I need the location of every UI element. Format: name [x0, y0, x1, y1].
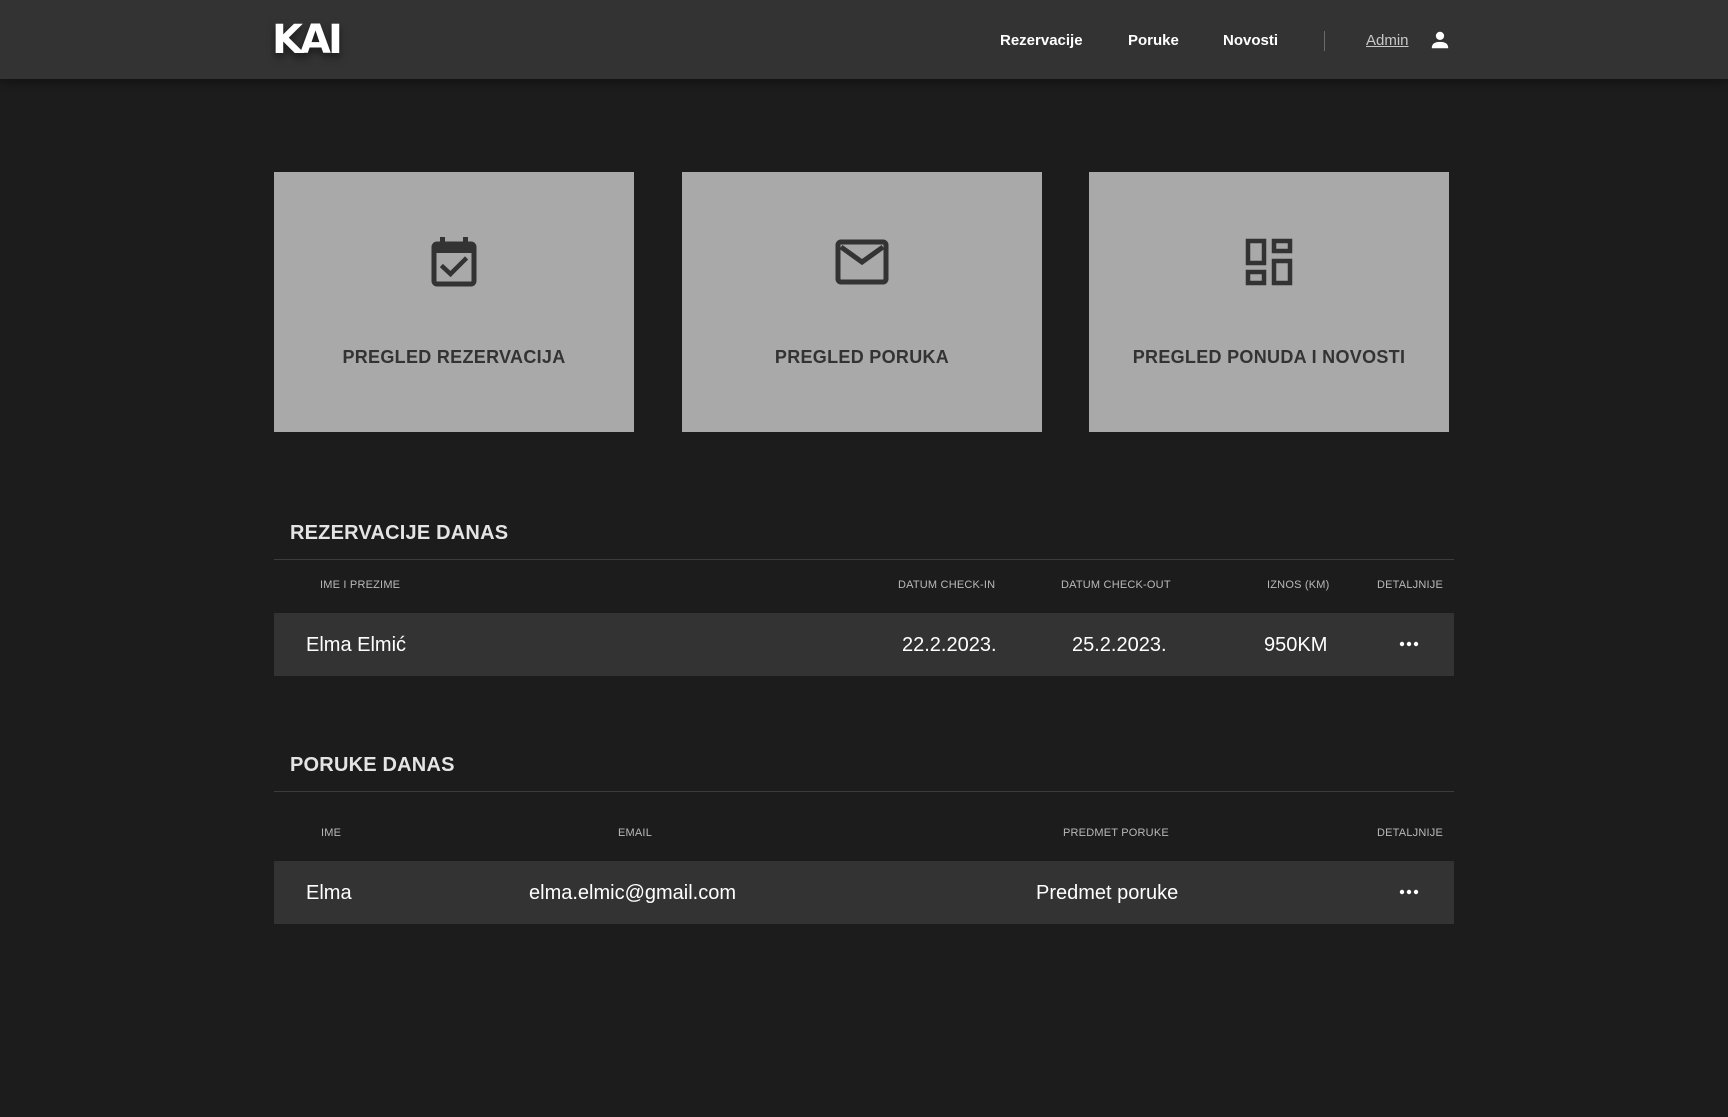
- column-header-details: DETALJNIJE: [1377, 827, 1443, 839]
- column-header-amount: IZNOS (KM): [1267, 579, 1330, 591]
- card-messages-overview[interactable]: PREGLED PORUKA: [682, 172, 1042, 432]
- reservation-amount: 950KM: [1264, 634, 1328, 656]
- message-email: elma.elmic@gmail.com: [529, 882, 737, 904]
- card-label: PREGLED PONUDA I NOVOSTI: [1132, 347, 1406, 367]
- column-header-check-in: DATUM CHECK-IN: [898, 579, 996, 591]
- column-header-details: DETALJNIJE: [1377, 579, 1443, 591]
- section-divider: [274, 791, 1454, 792]
- reservation-check-out: 25.2.2023.: [1072, 634, 1167, 656]
- reservations-today-title: REZERVACIJE DANAS: [290, 522, 509, 544]
- message-subject: Predmet poruke: [1036, 882, 1179, 904]
- person-icon[interactable]: [1429, 29, 1451, 51]
- more-options-icon[interactable]: [1394, 880, 1424, 904]
- column-header-check-out: DATUM CHECK-OUT: [1061, 579, 1171, 591]
- top-navbar: KAI Rezervacije Poruke Novosti Admin: [0, 0, 1728, 79]
- nav-link-news[interactable]: Novosti: [1223, 32, 1278, 50]
- nav-link-messages[interactable]: Poruke: [1128, 32, 1179, 50]
- message-row[interactable]: Elma elma.elmic@gmail.com Predmet poruke: [274, 861, 1454, 924]
- more-options-icon[interactable]: [1394, 632, 1424, 656]
- message-sender-name: Elma: [306, 882, 352, 904]
- dashboard-icon: [1245, 238, 1293, 286]
- reservation-name: Elma Elmić: [306, 634, 407, 656]
- column-header-email: EMAIL: [618, 827, 653, 839]
- section-divider: [274, 559, 1454, 560]
- reservation-check-in: 22.2.2023.: [902, 634, 997, 656]
- mail-icon: [835, 239, 889, 285]
- admin-link[interactable]: Admin: [1366, 32, 1409, 50]
- card-reservations-overview[interactable]: PREGLED REZERVACIJA: [274, 172, 634, 432]
- column-header-subject: PREDMET PORUKE: [1063, 827, 1169, 839]
- column-header-name: IME I PREZIME: [320, 579, 401, 591]
- calendar-check-icon: [431, 237, 477, 287]
- reservation-row[interactable]: Elma Elmić 22.2.2023. 25.2.2023. 950KM: [274, 613, 1454, 676]
- card-label: PREGLED REZERVACIJA: [342, 347, 566, 367]
- messages-today-title: PORUKE DANAS: [290, 754, 455, 776]
- nav-link-reservations[interactable]: Rezervacije: [1000, 32, 1083, 50]
- column-header-name: IME: [321, 827, 342, 839]
- nav-divider: [1324, 31, 1325, 51]
- logo[interactable]: KAI: [272, 20, 343, 60]
- card-label: PREGLED PORUKA: [774, 347, 950, 367]
- card-offers-news-overview[interactable]: PREGLED PONUDA I NOVOSTI: [1089, 172, 1449, 432]
